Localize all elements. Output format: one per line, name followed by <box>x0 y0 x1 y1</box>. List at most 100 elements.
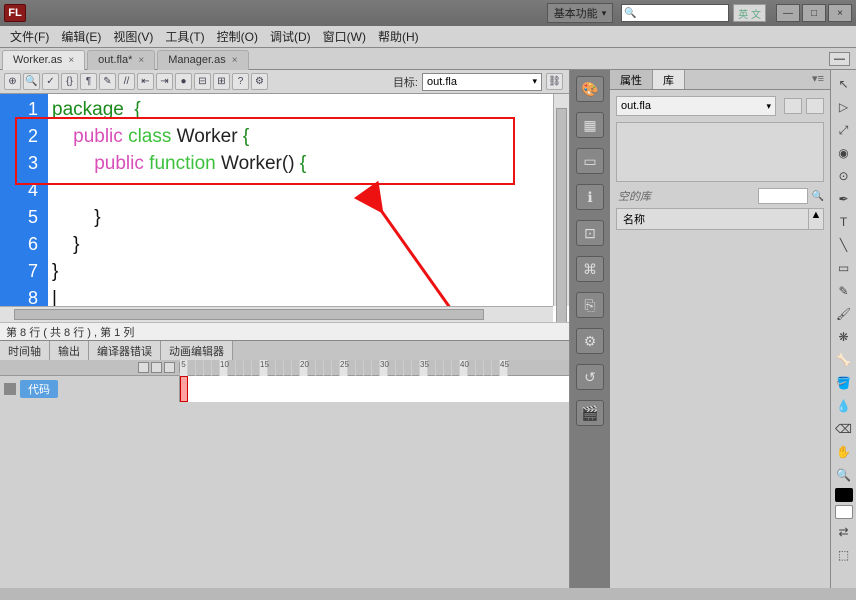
menu-view[interactable]: 视图(V) <box>107 28 159 45</box>
eyedropper-tool[interactable]: 💧 <box>834 396 854 416</box>
tool-indent-right[interactable]: ⇥ <box>156 73 173 90</box>
tab-out-fla[interactable]: out.fla*× <box>87 50 155 70</box>
search-icon[interactable]: 🔍 <box>812 191 824 202</box>
header-name[interactable]: 名称 <box>617 209 809 229</box>
swatches-icon[interactable]: 🎨 <box>576 76 604 102</box>
tab-output[interactable]: 输出 <box>50 341 89 360</box>
close-icon[interactable]: × <box>232 55 238 66</box>
actions-icon[interactable]: ⌘ <box>576 256 604 282</box>
zoom-tool[interactable]: 🔍 <box>834 465 854 485</box>
eraser-tool[interactable]: ⌫ <box>834 419 854 439</box>
tool-check[interactable]: ✓ <box>42 73 59 90</box>
tool-indent-left[interactable]: ⇤ <box>137 73 154 90</box>
info-icon[interactable]: ℹ <box>576 184 604 210</box>
pen-tool[interactable]: ✒ <box>834 189 854 209</box>
tool-hint[interactable]: ¶ <box>80 73 97 90</box>
menu-tools[interactable]: 工具(T) <box>159 28 210 45</box>
tool-link[interactable]: ⛓ <box>546 73 563 90</box>
library-icon[interactable]: ⊡ <box>576 220 604 246</box>
sort-icon[interactable]: ▲ <box>809 209 823 229</box>
swap-colors[interactable]: ⇄ <box>834 522 854 542</box>
close-icon[interactable]: × <box>138 55 144 66</box>
help-search[interactable]: 🔍 <box>621 4 729 22</box>
paint-bucket-tool[interactable]: 🪣 <box>834 373 854 393</box>
tools-panel: ↖ ▷ ⤢ ◉ ⊙ ✒ T ╲ ▭ ✎ 🖌 ❋ 🦴 🪣 💧 ⌫ ✋ 🔍 ⇄ ⬚ <box>830 70 856 588</box>
tool-help[interactable]: ? <box>232 73 249 90</box>
selection-tool[interactable]: ↖ <box>834 74 854 94</box>
menu-help[interactable]: 帮助(H) <box>372 28 425 45</box>
rectangle-tool[interactable]: ▭ <box>834 258 854 278</box>
code-editor[interactable]: package { public class Worker { public f… <box>48 94 569 322</box>
line-tool[interactable]: ╲ <box>834 235 854 255</box>
tab-compiler-errors[interactable]: 编译器错误 <box>89 341 161 360</box>
scrollbar-horizontal[interactable] <box>0 306 553 322</box>
free-transform-tool[interactable]: ⤢ <box>834 120 854 140</box>
tab-manager-as[interactable]: Manager.as× <box>157 50 248 70</box>
search-icon: 🔍 <box>622 8 638 19</box>
bottom-tabs: 时间轴 输出 编译器错误 动画编辑器 <box>0 340 569 360</box>
3d-rotation-tool[interactable]: ◉ <box>834 143 854 163</box>
close-icon[interactable]: × <box>68 55 74 66</box>
minimize-button[interactable]: — <box>776 4 800 22</box>
tool-add[interactable]: ⊕ <box>4 73 21 90</box>
new-lib-icon[interactable] <box>806 98 824 114</box>
menu-edit[interactable]: 编辑(E) <box>55 28 107 45</box>
editor-panel: ⊕ 🔍 ✓ {} ¶ ✎ // ⇤ ⇥ ● ⊟ ⊞ ? ⚙ 目标: out.fl… <box>0 70 570 588</box>
menu-file[interactable]: 文件(F) <box>4 28 55 45</box>
ime-indicator[interactable]: 英 文 <box>733 4 766 22</box>
stroke-color[interactable] <box>835 488 853 502</box>
library-search[interactable] <box>758 188 808 204</box>
eye-icon[interactable] <box>138 362 149 373</box>
bone-tool[interactable]: 🦴 <box>834 350 854 370</box>
pencil-tool[interactable]: ✎ <box>834 281 854 301</box>
titlebar: FL 基本功能 🔍 英 文 — □ × <box>0 0 856 26</box>
tool-breakpoint[interactable]: ● <box>175 73 192 90</box>
editor-toolbar: ⊕ 🔍 ✓ {} ¶ ✎ // ⇤ ⇥ ● ⊟ ⊞ ? ⚙ 目标: out.fl… <box>0 70 569 94</box>
menu-debug[interactable]: 调试(D) <box>264 28 317 45</box>
workspace-dropdown[interactable]: 基本功能 <box>547 3 614 23</box>
pin-icon[interactable] <box>784 98 802 114</box>
playhead[interactable] <box>180 376 188 402</box>
outline-icon[interactable] <box>164 362 175 373</box>
lasso-tool[interactable]: ⊙ <box>834 166 854 186</box>
panel-menu-icon[interactable]: ▾≡ <box>806 70 830 89</box>
text-tool[interactable]: T <box>834 212 854 232</box>
scrollbar-vertical[interactable] <box>553 94 569 306</box>
deco-tool[interactable]: ❋ <box>834 327 854 347</box>
fill-color[interactable] <box>835 505 853 519</box>
subselection-tool[interactable]: ▷ <box>834 97 854 117</box>
timeline-frames[interactable] <box>180 376 569 402</box>
menu-control[interactable]: 控制(O) <box>211 28 264 45</box>
menu-window[interactable]: 窗口(W) <box>317 28 372 45</box>
timeline-ruler[interactable]: 5 10 15 20 25 30 35 40 45 <box>180 360 569 376</box>
tab-library[interactable]: 库 <box>653 70 685 89</box>
behaviors-icon[interactable]: ⎘ <box>576 292 604 318</box>
tool-brace[interactable]: {} <box>61 73 78 90</box>
target-select[interactable]: out.fla <box>422 73 542 91</box>
timeline-layer[interactable]: 代码 <box>0 376 180 402</box>
tool-comment[interactable]: // <box>118 73 135 90</box>
tab-worker-as[interactable]: Worker.as× <box>2 50 85 70</box>
transform-icon[interactable]: ▭ <box>576 148 604 174</box>
tool-snippet[interactable]: ✎ <box>99 73 116 90</box>
tool-options[interactable]: ⚙ <box>251 73 268 90</box>
maximize-button[interactable]: □ <box>802 4 826 22</box>
tool-find[interactable]: 🔍 <box>23 73 40 90</box>
scene-icon[interactable]: 🎬 <box>576 400 604 426</box>
collapse-tabs[interactable]: — <box>829 52 850 66</box>
tab-properties[interactable]: 属性 <box>610 70 653 89</box>
tool-collapse[interactable]: ⊟ <box>194 73 211 90</box>
lock-icon[interactable] <box>151 362 162 373</box>
hand-tool[interactable]: ✋ <box>834 442 854 462</box>
components-icon[interactable]: ⚙ <box>576 328 604 354</box>
close-button[interactable]: × <box>828 4 852 22</box>
tool-expand[interactable]: ⊞ <box>213 73 230 90</box>
snap-tool[interactable]: ⬚ <box>834 545 854 565</box>
tab-motion-editor[interactable]: 动画编辑器 <box>161 341 233 360</box>
layer-name[interactable]: 代码 <box>20 380 58 398</box>
brush-tool[interactable]: 🖌 <box>834 304 854 324</box>
library-doc-select[interactable]: out.fla <box>616 96 776 116</box>
align-icon[interactable]: ▦ <box>576 112 604 138</box>
history-icon[interactable]: ↺ <box>576 364 604 390</box>
tab-timeline[interactable]: 时间轴 <box>0 341 50 360</box>
